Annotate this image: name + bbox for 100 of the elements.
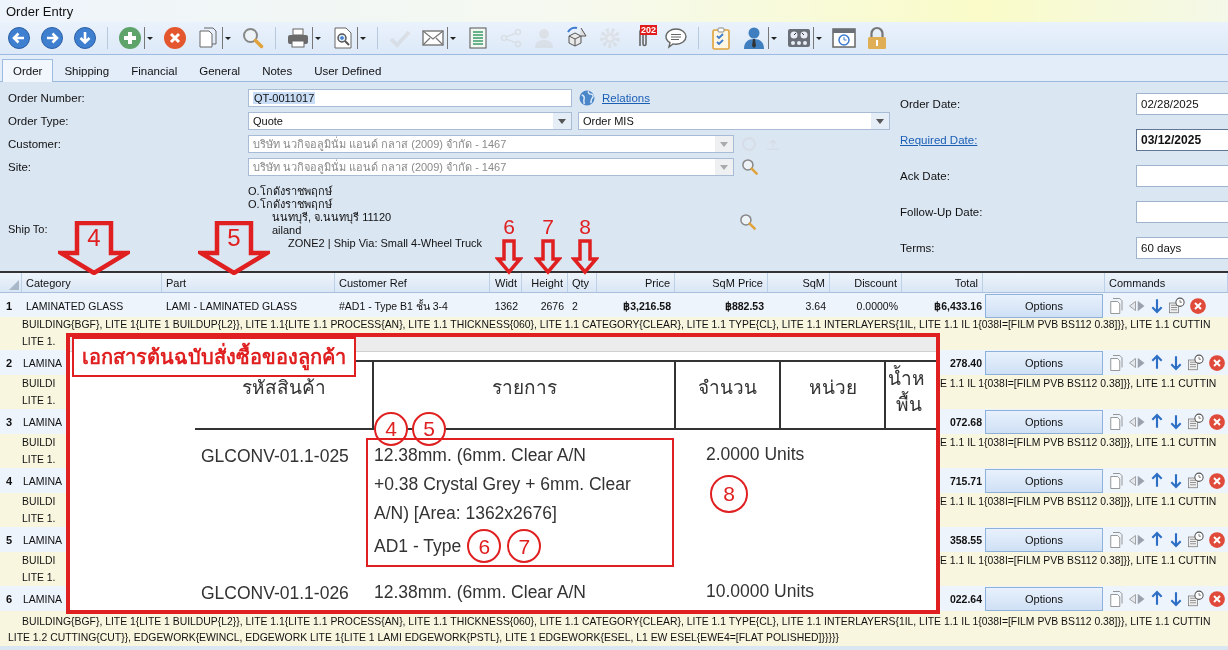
- product-code: GLCONV-01.1-026: [201, 583, 349, 603]
- copy-icon: [196, 26, 220, 50]
- detail-text: BUILDI: [21, 495, 57, 509]
- required-date-link[interactable]: Required Date:: [896, 134, 1136, 146]
- table-cell-text: ฿6,433.16: [933, 300, 983, 312]
- description-line: 12.38mm. (6mm. Clear A/N: [374, 581, 586, 604]
- comment-icon: [664, 26, 688, 50]
- column-header[interactable]: Category: [22, 273, 162, 292]
- column-header[interactable]: Height: [522, 273, 568, 292]
- print-icon: [286, 26, 310, 50]
- column-header[interactable]: Customer Ref: [335, 273, 490, 292]
- callout-number: 6: [503, 215, 515, 239]
- copy-icon: [1107, 472, 1125, 490]
- detail-text: BUILDI: [21, 436, 57, 450]
- document-column-header: จำนวน: [698, 376, 757, 400]
- row-number: 3: [5, 415, 14, 428]
- column-header[interactable]: Commands: [1105, 273, 1228, 292]
- up-arrow-icon: [1149, 412, 1165, 430]
- table-cell-text: LAMI - LAMINATED GLASS: [165, 300, 299, 312]
- column-header[interactable]: Qty: [568, 273, 597, 292]
- tab[interactable]: Financial: [120, 59, 189, 82]
- add-icon: [118, 26, 142, 50]
- date-field[interactable]: 02/28/2025: [1136, 93, 1228, 115]
- column-header[interactable]: Part: [162, 273, 335, 292]
- description-line: 12.38mm. (6mm. Clear A/N: [374, 444, 586, 467]
- document-column-header: รายการ: [491, 376, 557, 400]
- row-number: 2: [5, 356, 14, 369]
- column-header[interactable]: Widt: [490, 273, 522, 292]
- table-cell-text: 072.68: [948, 416, 983, 428]
- callout-title: เอกสารต้นฉบับสั่งซื้อของลูกค้า: [72, 337, 356, 377]
- caret-icon[interactable]: [447, 27, 457, 49]
- options-button[interactable]: Options: [985, 469, 1103, 493]
- relations-link[interactable]: Relations: [602, 92, 650, 104]
- column-header[interactable]: Price: [597, 273, 675, 292]
- table-cell-text: ฿882.53: [723, 300, 765, 312]
- date-field[interactable]: [1136, 201, 1228, 223]
- order-class-dropdown[interactable]: Order MIS: [578, 112, 890, 130]
- table-cell-text: 022.64: [948, 593, 983, 605]
- column-header[interactable]: SqM: [768, 273, 830, 292]
- quantity-text: 2.0000 Units: [706, 444, 806, 465]
- table-cell-text: ฿3,216.58: [622, 300, 672, 312]
- tab[interactable]: General: [188, 59, 252, 82]
- table-cell-text: 278.40: [948, 357, 983, 369]
- table-cell-text: LAMINA: [21, 356, 63, 369]
- caret-icon[interactable]: [144, 27, 154, 49]
- address-line: ZONE2 | Ship Via: Small 4-Wheel Truck: [287, 237, 482, 250]
- description-line: A/N) [Area: 1362x2676]: [374, 502, 557, 525]
- table-cell-text: 715.71: [948, 475, 983, 487]
- column-header[interactable]: Total: [902, 273, 983, 292]
- caret-icon[interactable]: [222, 27, 232, 49]
- down-arrow-icon: [1149, 297, 1165, 315]
- back-icon: [7, 26, 31, 50]
- caret-icon[interactable]: [312, 27, 322, 49]
- options-button[interactable]: Options: [985, 410, 1103, 434]
- up-arrow-icon: [1149, 353, 1165, 371]
- down-arrow-icon: [1168, 590, 1184, 608]
- caret-icon[interactable]: [768, 27, 778, 49]
- table-cell-text: 1362: [493, 300, 519, 312]
- product-code: GLCONV-01.1-025: [201, 446, 349, 466]
- date-field[interactable]: 03/12/2025: [1136, 129, 1228, 151]
- options-button[interactable]: Options: [985, 351, 1103, 375]
- options-button[interactable]: Options: [985, 294, 1103, 318]
- table-cell-text: 2: [571, 300, 579, 312]
- forward-icon: [40, 26, 64, 50]
- tab[interactable]: Shipping: [53, 59, 121, 82]
- description-line: +0.38 Crystal Grey + 6mm. Clear: [374, 473, 631, 496]
- field-label: Site:: [7, 161, 32, 173]
- caret-icon[interactable]: [813, 27, 823, 49]
- clock-icon: [832, 26, 856, 50]
- caret-icon[interactable]: [357, 27, 367, 49]
- date-field[interactable]: [1136, 165, 1228, 187]
- field-label: Follow-Up Date:: [899, 206, 984, 218]
- copy-icon: [1107, 590, 1125, 608]
- tab[interactable]: User Defined: [303, 59, 393, 82]
- document-column-header: หน่วย: [808, 376, 857, 400]
- options-button[interactable]: Options: [985, 528, 1103, 552]
- detail-text: LITE 1.: [21, 335, 57, 349]
- gauges-icon: [787, 26, 811, 50]
- delete-icon: [1208, 531, 1226, 549]
- tab[interactable]: Notes: [251, 59, 304, 82]
- history-icon: [1187, 413, 1205, 431]
- tab[interactable]: Order: [2, 59, 54, 82]
- callout-arrow: [534, 239, 562, 275]
- corner-icon: [9, 280, 19, 290]
- detail-text: BUILDI: [21, 554, 57, 568]
- order-type-dropdown[interactable]: Quote: [248, 112, 572, 130]
- copy-icon: [1107, 413, 1125, 431]
- copy-icon: [1107, 531, 1125, 549]
- date-field[interactable]: 60 days: [1136, 237, 1228, 259]
- address-line: ailand: [271, 224, 302, 237]
- column-header[interactable]: Discount: [830, 273, 902, 292]
- down-icon: [73, 26, 97, 50]
- detail-text: BUILDI: [21, 377, 57, 391]
- order-number-field[interactable]: QT-0011017: [248, 89, 572, 107]
- history-icon: [1187, 531, 1205, 549]
- circled-number: 5: [412, 412, 446, 446]
- history-icon: [1187, 354, 1205, 372]
- column-header[interactable]: SqM Price: [675, 273, 768, 292]
- options-button[interactable]: Options: [985, 587, 1103, 611]
- field-label: Order Date:: [899, 98, 962, 110]
